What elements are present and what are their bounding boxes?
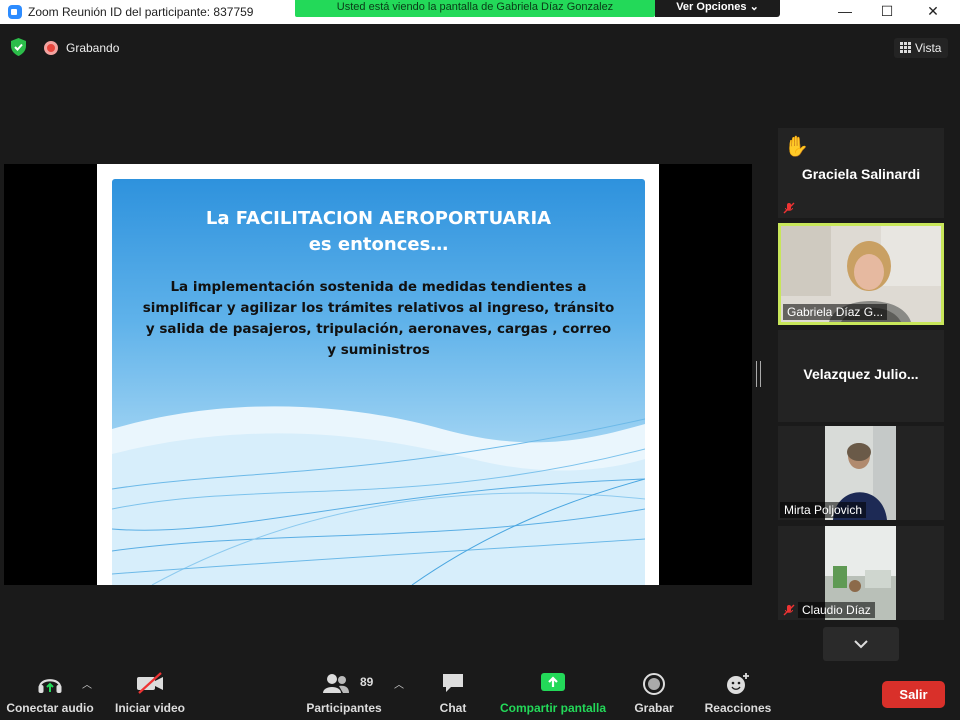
leave-button[interactable]: Salir	[882, 681, 945, 708]
view-button[interactable]: Vista	[894, 38, 948, 58]
view-label: Vista	[915, 41, 942, 55]
presentation-slide: La FACILITACION AEROPORTUARIA es entonce…	[97, 164, 659, 585]
participant-tile[interactable]: Mirta Poljovich	[778, 426, 944, 520]
slide-background: La FACILITACION AEROPORTUARIA es entonce…	[112, 179, 645, 585]
raised-hand-icon: ✋	[784, 136, 809, 158]
start-video-label: Iniciar video	[114, 701, 186, 715]
participant-tile[interactable]: Claudio Díaz	[778, 526, 944, 620]
title-bar: Zoom Reunión ID del participante: 837759…	[0, 0, 960, 24]
chat-icon	[443, 674, 463, 692]
grid-icon	[900, 42, 911, 53]
participant-name: Mirta Poljovich	[780, 502, 867, 518]
meeting-toolbar: Conectar audio ︿ Iniciar video 89 Partic…	[0, 664, 960, 720]
headphones-icon	[38, 679, 62, 693]
participants-icon	[322, 674, 349, 693]
audio-options-caret-icon[interactable]: ︿	[82, 676, 92, 691]
zoom-logo-icon	[8, 5, 22, 19]
participant-tile[interactable]: ✋ Graciela Salinardi	[778, 128, 944, 218]
maximize-button[interactable]: ☐	[864, 0, 910, 24]
window-title: Zoom Reunión ID del participante: 837759	[28, 5, 254, 19]
share-screen-label: Compartir pantalla	[500, 701, 607, 715]
participant-tile[interactable]: Velazquez Julio...	[778, 330, 944, 422]
record-label: Grabar	[634, 701, 674, 715]
chevron-down-icon	[854, 640, 868, 649]
participant-tile-active[interactable]: Gabriela Díaz G...	[778, 223, 944, 325]
encryption-shield-icon[interactable]	[10, 38, 27, 56]
zoom-meeting-window: Zoom Reunión ID del participante: 837759…	[0, 0, 960, 720]
connect-audio-label: Conectar audio	[6, 701, 94, 715]
screen-share-banner: Usted está viendo la pantalla de Gabriel…	[295, 0, 655, 17]
chat-label: Chat	[439, 701, 467, 715]
mic-muted-icon	[783, 604, 795, 616]
participants-label: Participantes	[306, 701, 382, 715]
scroll-down-button[interactable]	[823, 627, 899, 661]
reactions-label: Reacciones	[704, 701, 772, 715]
participant-name: Graciela Salinardi	[801, 166, 921, 182]
video-off-icon	[137, 672, 163, 694]
participant-name: Gabriela Díaz G...	[783, 304, 888, 320]
view-options-button[interactable]: Ver Opciones ⌄	[655, 0, 780, 17]
participants-options-caret-icon[interactable]: ︿	[394, 676, 404, 691]
minimize-button[interactable]: —	[822, 0, 868, 24]
split-view-handle[interactable]	[756, 361, 761, 387]
participant-name: Claudio Díaz	[798, 602, 875, 618]
close-button[interactable]: ✕	[910, 0, 956, 24]
recording-icon	[44, 41, 58, 55]
mic-muted-icon	[783, 202, 795, 214]
shared-screen[interactable]: La FACILITACION AEROPORTUARIA es entonce…	[4, 164, 752, 585]
slide-title: La FACILITACION AEROPORTUARIA es entonce…	[205, 208, 552, 255]
record-icon	[643, 673, 665, 695]
slide-body-text: La implementación sostenida de medidas t…	[142, 279, 615, 358]
participant-name: Velazquez Julio...	[803, 366, 919, 382]
recording-label: Grabando	[66, 41, 120, 55]
reactions-icon	[727, 673, 749, 694]
participants-count: 89	[360, 675, 374, 689]
share-screen-icon	[541, 673, 565, 691]
